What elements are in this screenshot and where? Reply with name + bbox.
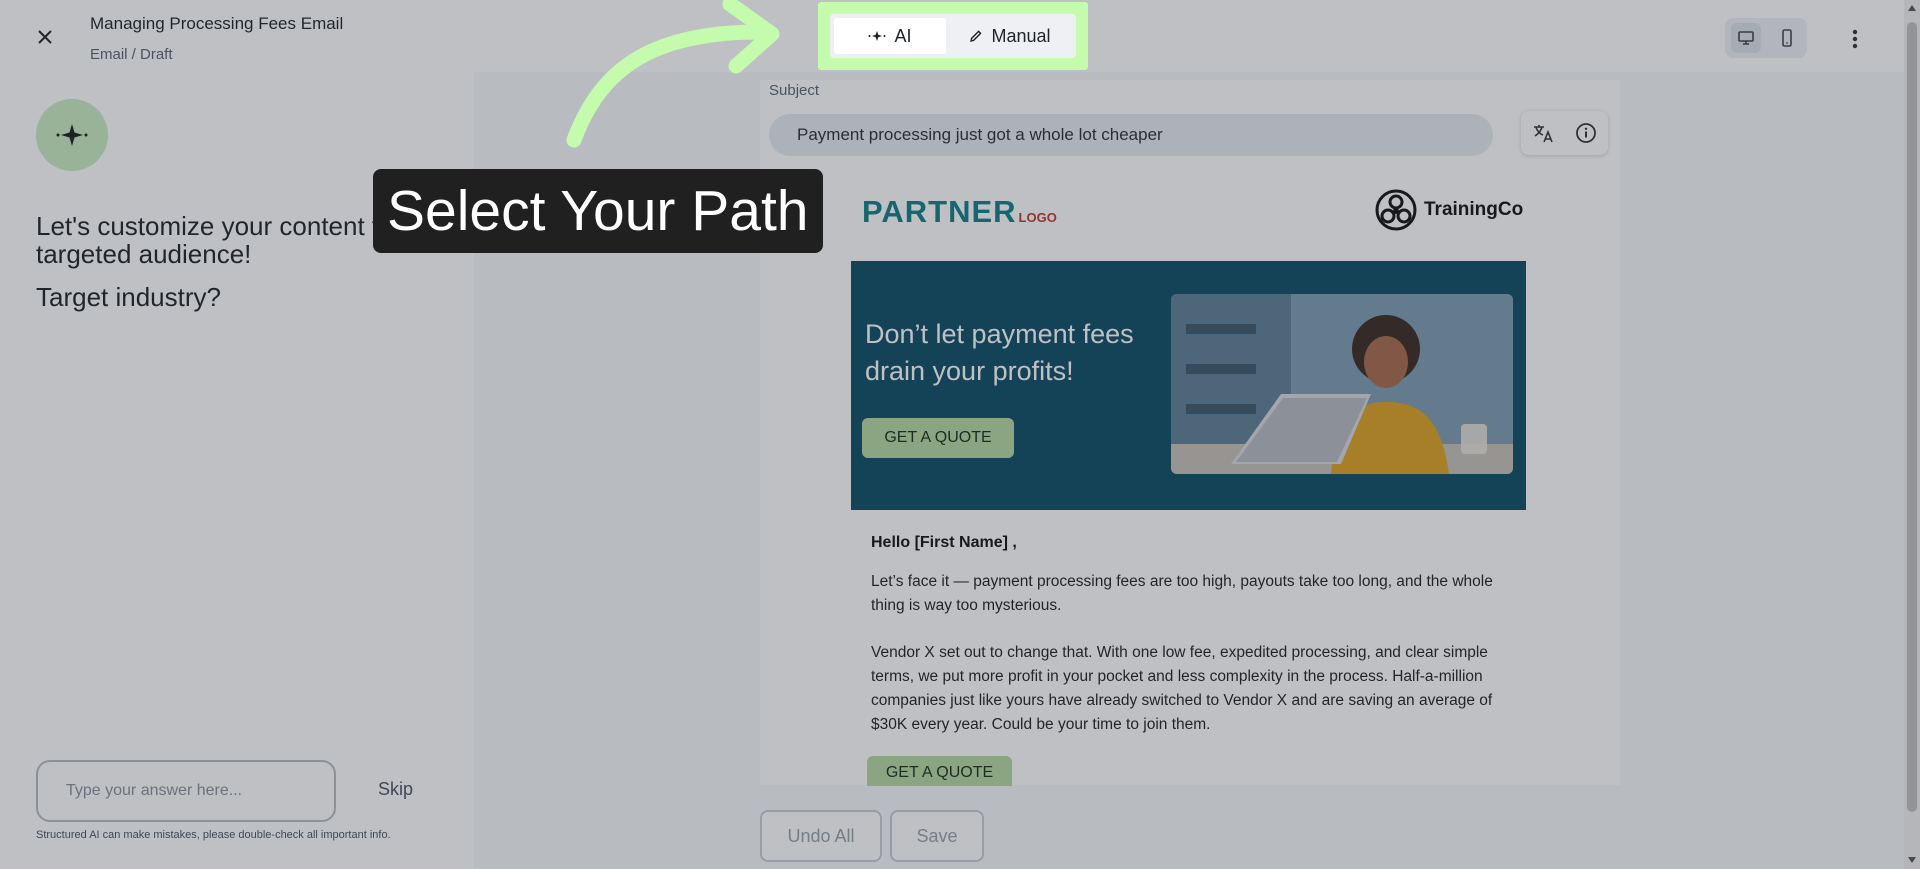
translate-button[interactable] — [1528, 118, 1558, 148]
close-icon — [38, 30, 52, 44]
ai-assistant-avatar — [36, 99, 108, 171]
answer-input[interactable] — [36, 760, 336, 822]
more-options-button[interactable] — [1840, 22, 1870, 56]
hero-photo — [1171, 294, 1513, 474]
info-button[interactable] — [1571, 118, 1601, 148]
brand-name: TrainingCo — [1424, 199, 1524, 220]
mode-toggle: AI Manual — [830, 14, 1076, 58]
sparkle-icon — [868, 31, 886, 41]
breadcrumb: Email / Draft — [90, 46, 173, 63]
scroll-up-button[interactable] — [1904, 0, 1920, 16]
body-quote-button[interactable]: GET A QUOTE — [867, 756, 1012, 786]
hero-headline: Don’t let payment fees drain your profit… — [865, 319, 1134, 386]
device-preview-switcher — [1725, 18, 1807, 58]
desktop-preview-button[interactable] — [1730, 23, 1761, 53]
brand-logo: TrainingCo — [1374, 188, 1523, 232]
chevron-up-icon — [1908, 5, 1916, 11]
subject-input[interactable]: Payment processing just got a whole lot … — [769, 114, 1493, 156]
assistant-question: Target industry? — [36, 282, 221, 312]
skip-button[interactable]: Skip — [378, 779, 413, 800]
undo-all-button[interactable]: Undo All — [760, 810, 882, 862]
desktop-icon — [1737, 31, 1754, 45]
mode-manual-label: Manual — [991, 25, 1051, 46]
hero-quote-button[interactable]: GET A QUOTE — [862, 418, 1014, 458]
subject-tools — [1521, 111, 1608, 155]
email-paragraph-2: Vendor X set out to change that. With on… — [871, 644, 1493, 733]
more-vert-icon — [1852, 29, 1858, 49]
scroll-down-button[interactable] — [1904, 852, 1920, 868]
tutorial-callout: Select Your Path — [373, 169, 823, 253]
partner-logo: PARTNER LOGO — [862, 194, 1057, 230]
document-title: Managing Processing Fees Email — [90, 14, 344, 33]
mode-manual-button[interactable]: Manual — [950, 18, 1070, 54]
ai-disclaimer: Structured AI can make mistakes, please … — [36, 829, 391, 841]
sparkle-icon — [56, 124, 88, 146]
body-quote-label: GET A QUOTE — [885, 764, 994, 781]
close-button[interactable] — [30, 22, 60, 52]
mobile-preview-button[interactable] — [1772, 23, 1802, 53]
chevron-down-icon — [1908, 857, 1916, 863]
pencil-icon — [970, 30, 983, 42]
info-icon — [1576, 123, 1597, 143]
mode-ai-label: AI — [894, 25, 912, 46]
scrollbar-thumb[interactable] — [1907, 22, 1917, 812]
partner-logo-text: PARTNER — [862, 194, 1017, 229]
callout-arrow — [566, 0, 780, 148]
translate-icon — [1533, 125, 1553, 143]
email-paragraph-1: Let’s face it — payment processing fees … — [871, 573, 1493, 614]
mobile-icon — [1781, 29, 1792, 47]
recycle-logo-icon — [1375, 189, 1417, 231]
email-greeting: Hello [First Name] , — [871, 534, 1017, 551]
mode-ai-button[interactable]: AI — [834, 18, 946, 54]
subject-value: Payment processing just got a whole lot … — [797, 125, 1163, 144]
save-button[interactable]: Save — [890, 810, 984, 862]
partner-logo-subtext: LOGO — [1018, 210, 1057, 225]
